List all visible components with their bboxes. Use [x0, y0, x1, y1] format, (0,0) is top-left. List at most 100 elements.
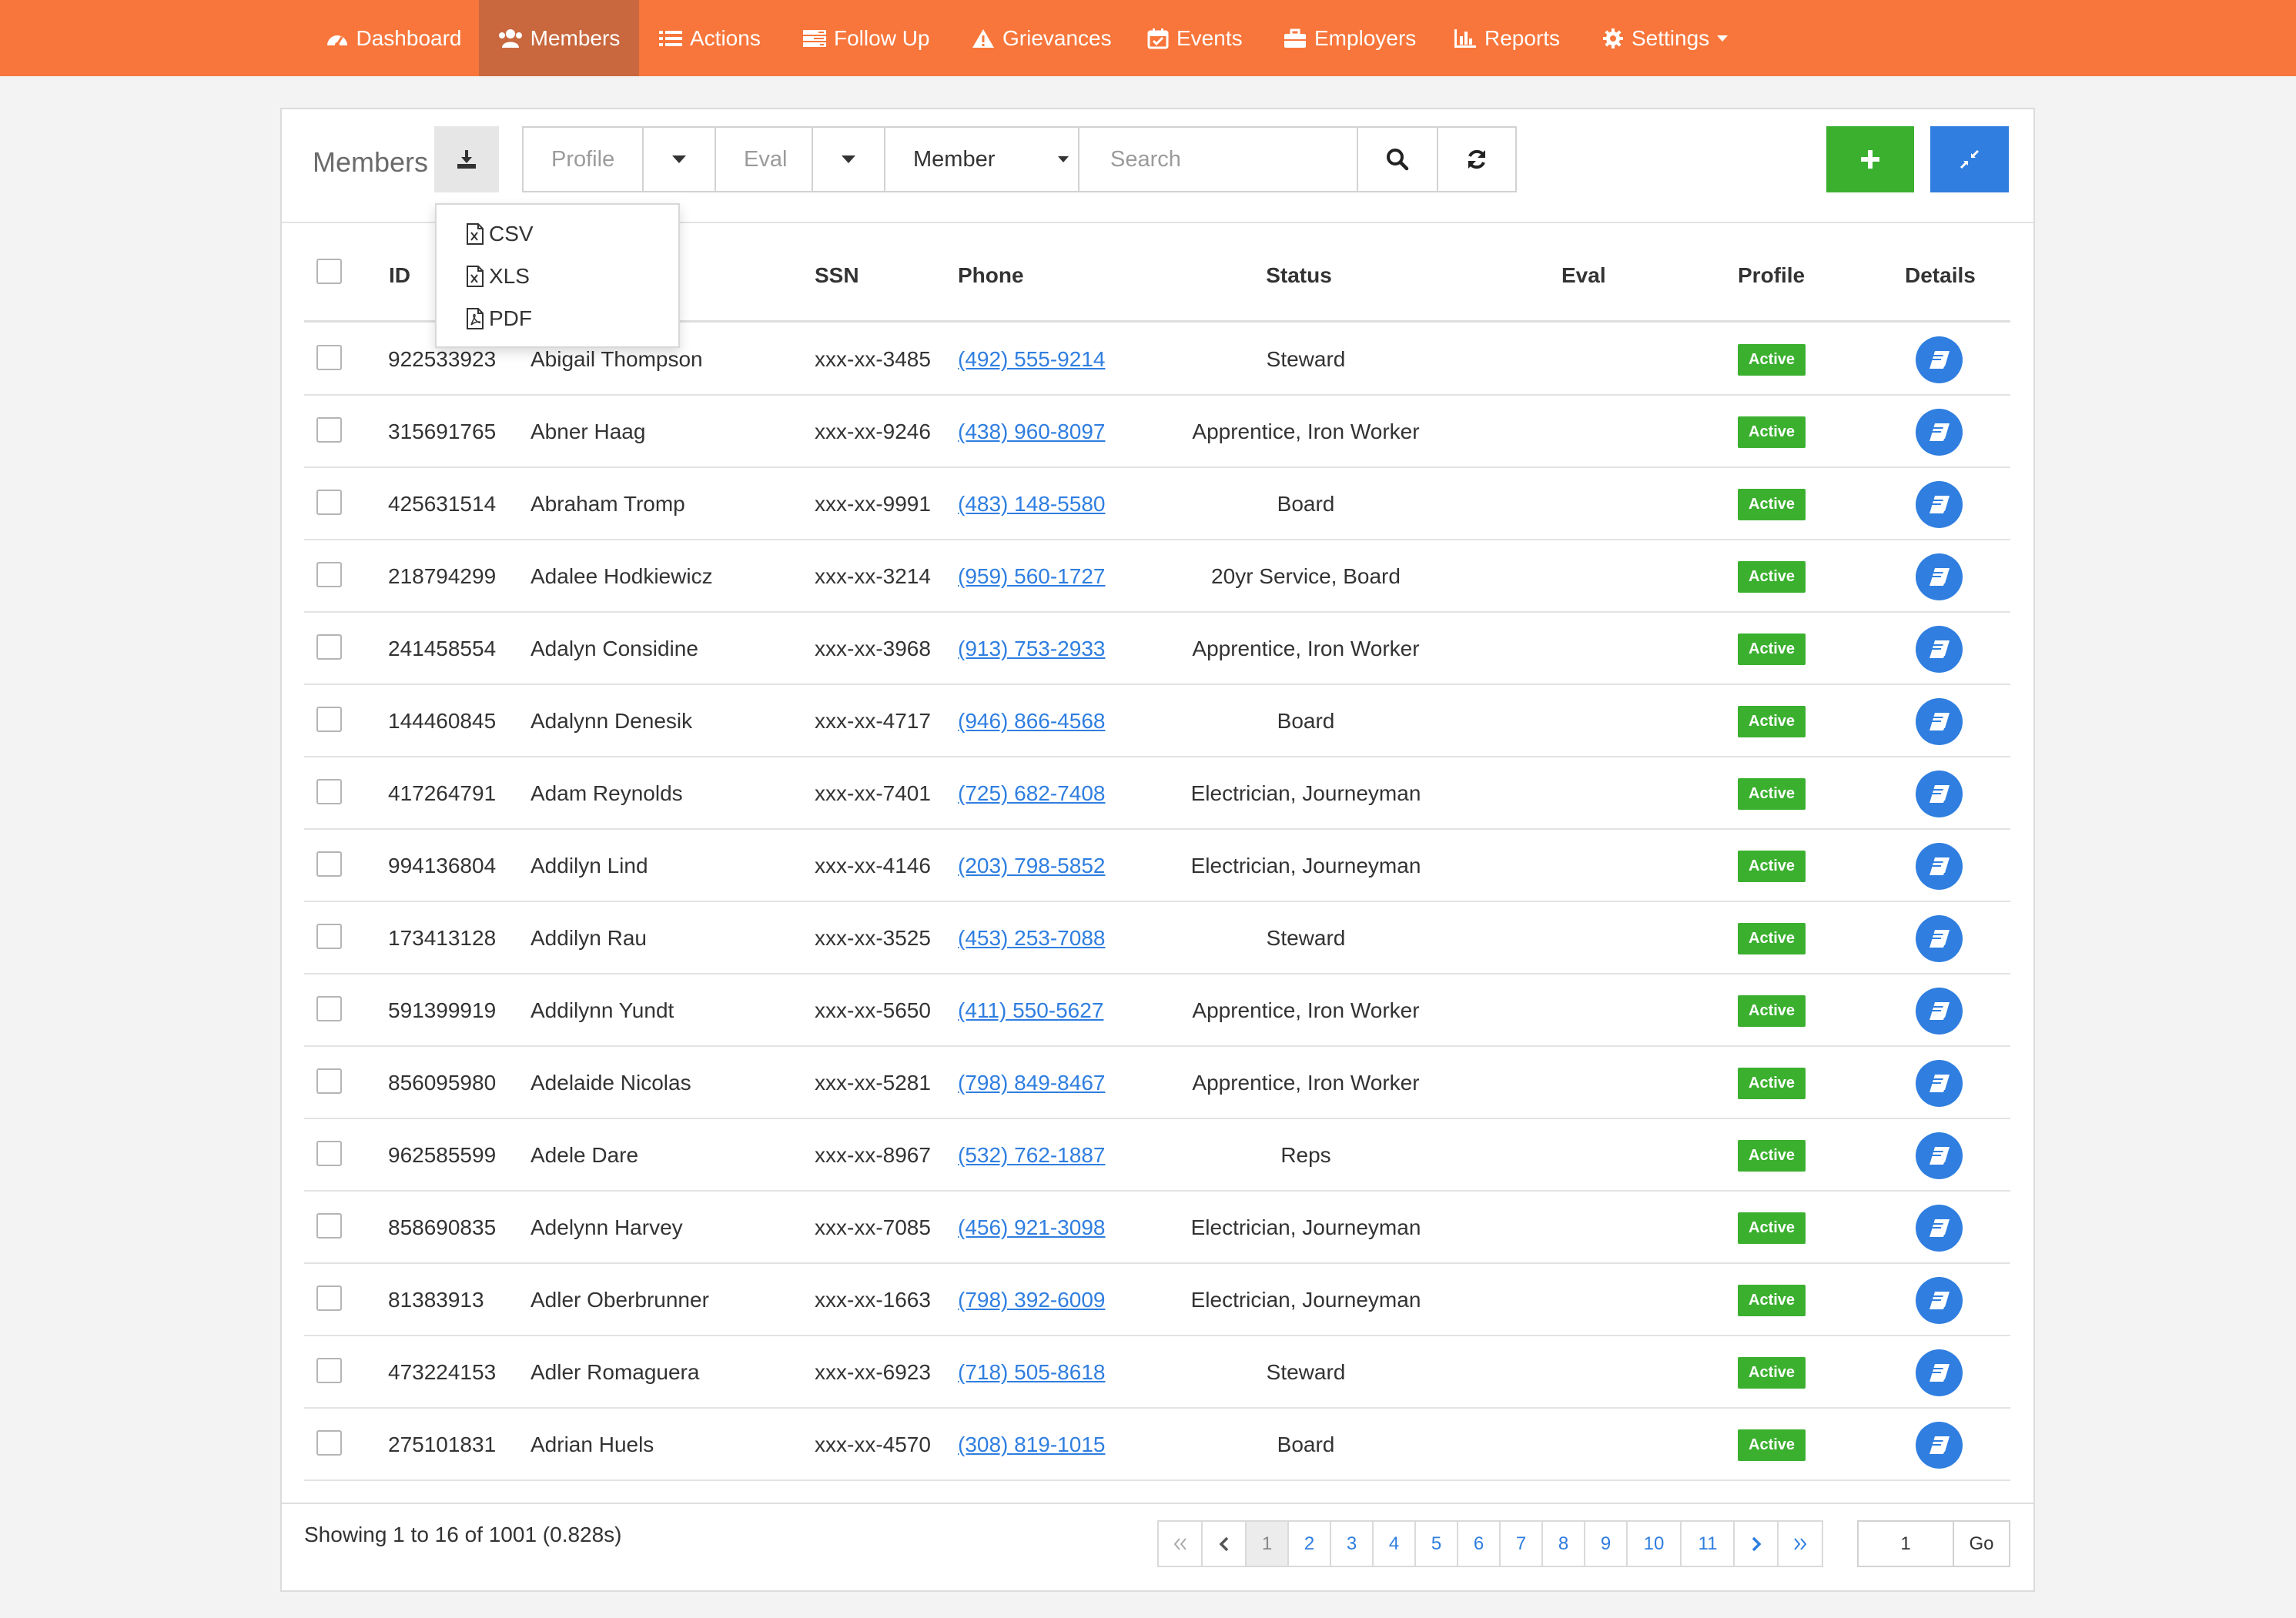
phone-link[interactable]: (492) 555-9214	[958, 347, 1105, 372]
row-checkbox[interactable]	[316, 924, 342, 949]
nav-grievances[interactable]: Grievances	[972, 0, 1112, 76]
row-checkbox[interactable]	[316, 707, 342, 732]
column-header-profile[interactable]: Profile	[1738, 263, 1805, 288]
nav-employers[interactable]: Employers	[1284, 0, 1416, 76]
column-header-id[interactable]: ID	[389, 263, 410, 288]
row-checkbox[interactable]	[316, 1068, 342, 1094]
page-button[interactable]: 10	[1626, 1520, 1682, 1567]
page-button[interactable]: 1	[1245, 1520, 1289, 1567]
details-button[interactable]	[1916, 987, 1963, 1035]
row-checkbox[interactable]	[316, 634, 342, 660]
nav-members[interactable]: Members	[479, 0, 639, 76]
page-button[interactable]: 11	[1680, 1520, 1735, 1567]
phone-link[interactable]: (798) 392-6009	[958, 1288, 1105, 1312]
add-member-button[interactable]	[1826, 126, 1914, 192]
nav-reports[interactable]: Reports	[1454, 0, 1560, 76]
column-header-eval[interactable]: Eval	[1561, 263, 1606, 288]
nav-settings[interactable]: Settings	[1602, 0, 1729, 76]
page-button[interactable]: 6	[1457, 1520, 1501, 1567]
page-button[interactable]: 8	[1541, 1520, 1585, 1567]
export-csv[interactable]: CSV	[466, 219, 534, 249]
table-row: 856095980 Adelaide Nicolas xxx-xx-5281 (…	[304, 1047, 2010, 1119]
member-ssn: xxx-xx-6923	[815, 1360, 931, 1384]
phone-link[interactable]: (203) 798-5852	[958, 854, 1105, 878]
phone-link[interactable]: (411) 550-5627	[958, 998, 1103, 1023]
export-xls[interactable]: XLS	[466, 261, 530, 292]
row-checkbox[interactable]	[316, 1358, 342, 1383]
details-button[interactable]	[1916, 1421, 1963, 1469]
details-button[interactable]	[1916, 1276, 1963, 1324]
phone-link[interactable]: (438) 960-8097	[958, 420, 1105, 444]
phone-link[interactable]: (798) 849-8467	[958, 1071, 1105, 1095]
page-button[interactable]: 9	[1584, 1520, 1628, 1567]
nav-actions[interactable]: Actions	[659, 0, 761, 76]
profile-dropdown-toggle[interactable]	[642, 126, 716, 192]
search-button[interactable]	[1357, 126, 1438, 192]
goto-page-input[interactable]: 1	[1857, 1520, 1954, 1567]
phone-link[interactable]: (453) 253-7088	[958, 926, 1105, 951]
page-button[interactable]: 3	[1330, 1520, 1374, 1567]
next-page-button[interactable]	[1733, 1520, 1779, 1567]
phone-link[interactable]: (483) 148-5580	[958, 492, 1105, 516]
row-checkbox[interactable]	[316, 1285, 342, 1311]
caret-down-icon	[842, 155, 855, 163]
profile-filter[interactable]: Profile	[522, 126, 644, 192]
row-checkbox[interactable]	[316, 1213, 342, 1239]
member-type-select[interactable]: Member	[884, 126, 1079, 192]
details-button[interactable]	[1916, 408, 1963, 456]
nav-events[interactable]: Events	[1147, 0, 1243, 76]
row-checkbox[interactable]	[316, 490, 342, 515]
member-status: Electrician, Journeyman	[1190, 1288, 1421, 1312]
details-button[interactable]	[1916, 553, 1963, 600]
prev-page-button[interactable]	[1201, 1520, 1247, 1567]
phone-link[interactable]: (959) 560-1727	[958, 564, 1105, 589]
select-all-checkbox[interactable]	[316, 259, 342, 284]
phone-link[interactable]: (725) 682-7408	[958, 781, 1105, 806]
row-checkbox[interactable]	[316, 1430, 342, 1456]
column-header-phone[interactable]: Phone	[958, 263, 1024, 288]
first-page-button[interactable]	[1157, 1520, 1203, 1567]
details-button[interactable]	[1916, 842, 1963, 890]
details-button[interactable]	[1916, 1204, 1963, 1252]
search-input[interactable]: Search	[1078, 126, 1358, 192]
details-button[interactable]	[1916, 697, 1963, 745]
row-checkbox[interactable]	[316, 562, 342, 587]
eval-dropdown-toggle[interactable]	[812, 126, 885, 192]
refresh-button[interactable]	[1437, 126, 1517, 192]
details-button[interactable]	[1916, 625, 1963, 673]
phone-link[interactable]: (308) 819-1015	[958, 1432, 1105, 1457]
details-button[interactable]	[1916, 1059, 1963, 1107]
row-checkbox[interactable]	[316, 1141, 342, 1166]
collapse-button[interactable]	[1930, 126, 2009, 192]
nav-dashboard[interactable]: Dashboard	[323, 0, 464, 76]
nav-follow-up[interactable]: Follow Up	[803, 0, 929, 76]
export-button[interactable]	[434, 126, 499, 192]
details-button[interactable]	[1916, 336, 1963, 383]
go-button[interactable]: Go	[1953, 1520, 2010, 1567]
export-pdf[interactable]: PDF	[466, 303, 532, 334]
row-checkbox[interactable]	[316, 779, 342, 804]
details-button[interactable]	[1916, 770, 1963, 817]
details-button[interactable]	[1916, 1349, 1963, 1396]
phone-link[interactable]: (718) 505-8618	[958, 1360, 1105, 1385]
phone-link[interactable]: (532) 762-1887	[958, 1143, 1105, 1168]
details-button[interactable]	[1916, 914, 1963, 962]
details-button[interactable]	[1916, 480, 1963, 528]
eval-filter[interactable]: Eval	[715, 126, 813, 192]
row-checkbox[interactable]	[316, 417, 342, 443]
column-header-status[interactable]: Status	[1190, 263, 1407, 288]
page-button[interactable]: 5	[1414, 1520, 1458, 1567]
row-checkbox[interactable]	[316, 345, 342, 370]
page-button[interactable]: 2	[1287, 1520, 1331, 1567]
phone-link[interactable]: (913) 753-2933	[958, 637, 1105, 661]
member-name: Adler Oberbrunner	[530, 1288, 709, 1312]
page-button[interactable]: 4	[1372, 1520, 1416, 1567]
phone-link[interactable]: (456) 921-3098	[958, 1215, 1105, 1240]
details-button[interactable]	[1916, 1132, 1963, 1179]
row-checkbox[interactable]	[316, 851, 342, 877]
column-header-ssn[interactable]: SSN	[815, 263, 859, 288]
row-checkbox[interactable]	[316, 996, 342, 1021]
page-button[interactable]: 7	[1499, 1520, 1543, 1567]
phone-link[interactable]: (946) 866-4568	[958, 709, 1105, 734]
last-page-button[interactable]	[1777, 1520, 1823, 1567]
